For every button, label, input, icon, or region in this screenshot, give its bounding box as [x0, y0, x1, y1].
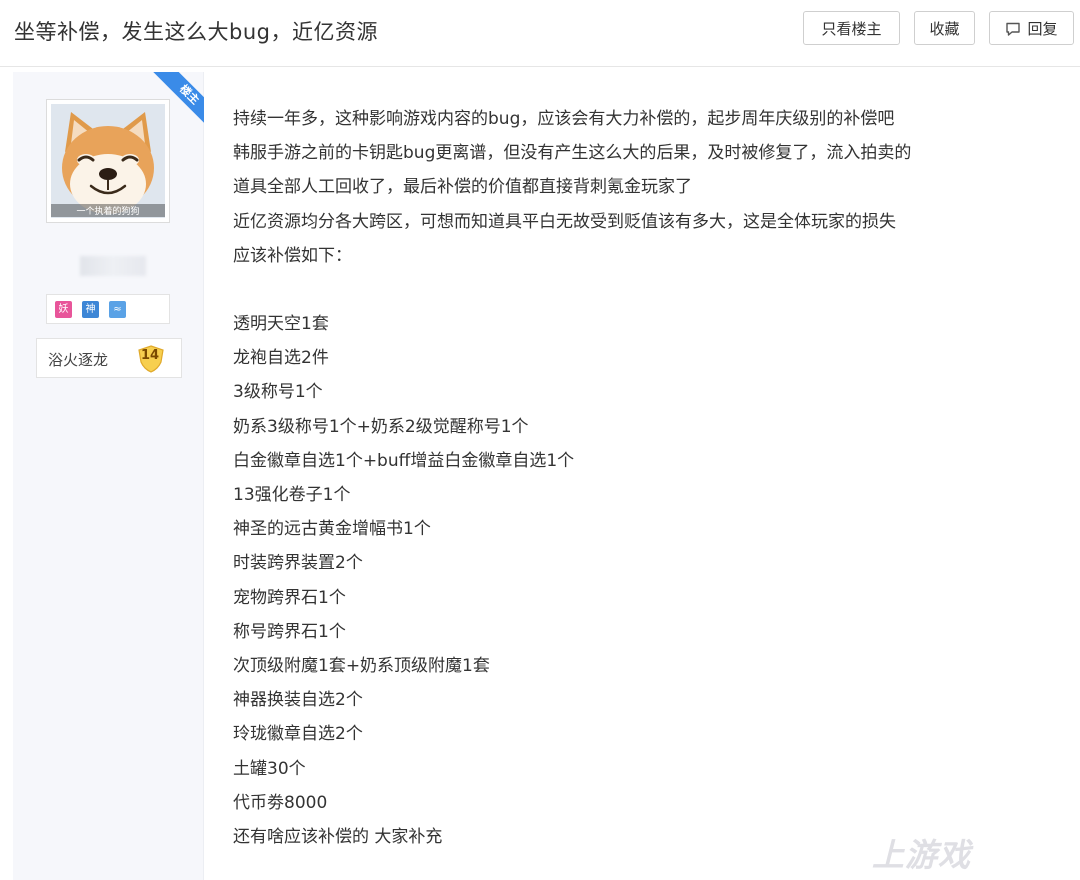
compensation-item: 3级称号1个 — [233, 382, 323, 403]
comment-icon — [1006, 22, 1021, 36]
badge-icon[interactable]: 妖 — [55, 301, 72, 318]
thread-title: 坐等补偿，发生这么大bug，近亿资源 — [14, 20, 378, 44]
compensation-item: 神圣的远古黄金增幅书1个 — [233, 519, 431, 540]
only-op-button[interactable]: 只看楼主 — [803, 11, 900, 45]
post-content: 持续一年多，这种影响游戏内容的bug，应该会有大力补偿的，起步周年庆级别的补偿吧… — [233, 102, 1073, 854]
badge-icon[interactable]: 神 — [82, 301, 99, 318]
post: 楼主 一个执着的狗狗 妖 神 ≈ 浴火逐龙 14 持续一年多，这种影响游戏内容的… — [13, 72, 1080, 880]
compensation-item: 龙袍自选2件 — [233, 348, 329, 369]
thread-header: 坐等补偿，发生这么大bug，近亿资源 只看楼主 收藏 回复 — [0, 0, 1080, 67]
compensation-item: 透明天空1套 — [233, 314, 329, 335]
compensation-item: 神器换装自选2个 — [233, 690, 363, 711]
compensation-item: 13强化卷子1个 — [233, 485, 351, 506]
reply-button-label: 回复 — [1027, 20, 1058, 38]
post-paragraph: 持续一年多，这种影响游戏内容的bug，应该会有大力补偿的，起步周年庆级别的补偿吧 — [233, 109, 895, 129]
post-paragraph: 近亿资源均分各大跨区，可想而知道具平白无故受到贬值该有多大，这是全体玩家的损失 — [233, 211, 896, 232]
compensation-item: 宠物跨界石1个 — [233, 587, 346, 608]
compensation-item: 奶系3级称号1个+奶系2级觉醒称号1个 — [233, 416, 529, 437]
compensation-item: 代币劵8000 — [233, 792, 328, 813]
avatar-caption: 一个执着的狗狗 — [51, 204, 165, 217]
compensation-item: 白金徽章自选1个+buff增益白金徽章自选1个 — [233, 450, 575, 471]
level-name: 浴火逐龙 — [48, 351, 109, 369]
compensation-item: 时装跨界装置2个 — [233, 553, 363, 574]
compensation-item: 玲珑徽章自选2个 — [233, 724, 363, 745]
reply-button[interactable]: 回复 — [989, 11, 1074, 45]
badge-icon[interactable]: ≈ — [109, 301, 126, 318]
username-blurred[interactable] — [80, 256, 146, 276]
watermark: 上游戏 — [872, 836, 972, 874]
shiba-dog-icon — [51, 104, 165, 218]
post-paragraph: 韩服手游之前的卡钥匙bug更离谱，但没有产生这么大的后果，及时被修复了，流入拍卖… — [233, 143, 912, 164]
compensation-item: 土罐30个 — [233, 758, 306, 779]
post-paragraph: 道具全部人工回收了，最后补偿的价值都直接背刺氪金玩家了 — [233, 177, 692, 198]
favorite-button[interactable]: 收藏 — [914, 11, 975, 45]
compensation-item: 称号跨界石1个 — [233, 621, 346, 642]
badge-bar: 妖 神 ≈ — [46, 294, 170, 324]
author-panel: 楼主 一个执着的狗狗 妖 神 ≈ 浴火逐龙 14 — [13, 72, 204, 880]
user-level: 浴火逐龙 14 — [36, 338, 182, 378]
post-paragraph: 应该补偿如下： — [233, 245, 352, 266]
compensation-item: 次顶级附魔1套+奶系顶级附魔1套 — [233, 656, 490, 677]
level-number: 14 — [140, 348, 160, 363]
avatar[interactable]: 一个执着的狗狗 — [46, 99, 170, 223]
